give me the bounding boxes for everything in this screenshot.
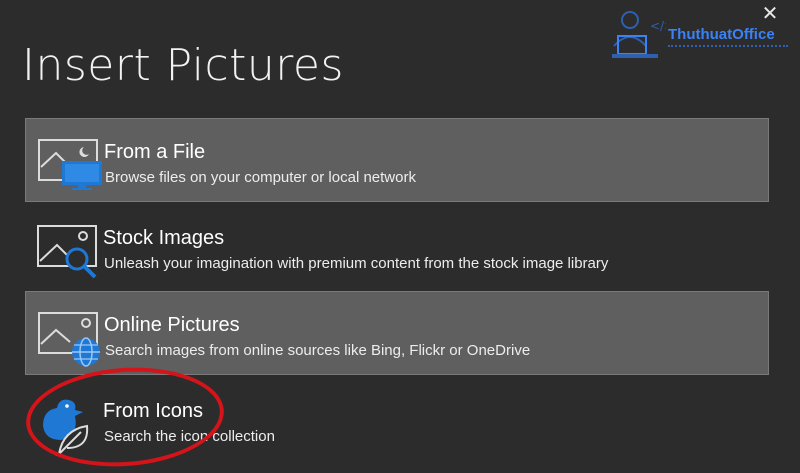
insert-pictures-dialog: Insert Pictures </> ThuthuatOffice ✕ Fr: [0, 0, 800, 473]
brand-logo-icon: </>: [612, 11, 674, 58]
option-online-pictures[interactable]: Online Pictures Search images from onlin…: [25, 291, 769, 375]
option-stock-images[interactable]: Stock Images Unleash your imagination wi…: [25, 205, 769, 289]
brand-tagline-dots: [668, 45, 788, 51]
option-description: Search the icon collection: [104, 428, 275, 445]
picture-search-icon: [37, 223, 103, 279]
svg-text:</>: </>: [650, 19, 666, 33]
option-title: From Icons: [103, 400, 204, 422]
picture-monitor-icon: [38, 137, 104, 191]
bird-leaf-icon: [37, 396, 103, 461]
option-description: Unleash your imagination with premium co…: [104, 255, 609, 272]
close-button[interactable]: ✕: [760, 4, 780, 24]
option-from-icons[interactable]: From Icons Search the icon collection: [25, 378, 769, 462]
option-description: Search images from online sources like B…: [105, 342, 531, 359]
brand-name: ThuthuatOffice: [668, 26, 775, 43]
option-title: Online Pictures: [104, 314, 240, 336]
dialog-title: Insert Pictures: [22, 40, 344, 91]
option-from-a-file[interactable]: From a File Browse files on your compute…: [25, 118, 769, 202]
option-title: From a File: [104, 141, 206, 163]
picture-globe-icon: [38, 310, 104, 367]
option-title: Stock Images: [103, 227, 225, 249]
option-description: Browse files on your computer or local n…: [105, 169, 416, 186]
